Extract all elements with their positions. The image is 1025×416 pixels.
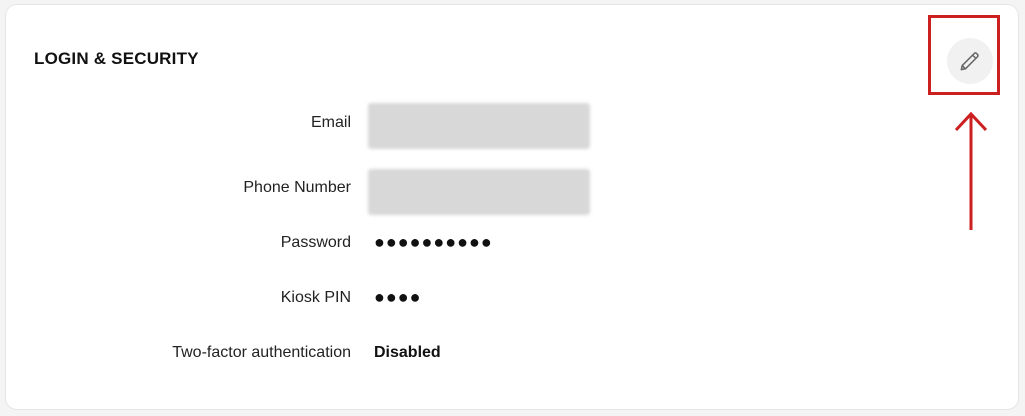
- password-label: Password: [280, 234, 351, 251]
- email-value-redacted: [368, 103, 590, 149]
- two-factor-label: Two-factor authentication: [172, 344, 351, 361]
- kiosk-pin-label: Kiosk PIN: [280, 289, 351, 306]
- password-value: ●●●●●●●●●●: [374, 232, 493, 252]
- section-title: LOGIN & SECURITY: [34, 49, 199, 68]
- edit-button[interactable]: [947, 38, 993, 84]
- email-label: Email: [310, 114, 351, 131]
- login-security-card: LOGIN & SECURITY Email Phone Number Pass…: [5, 4, 1019, 410]
- two-factor-status: Disabled: [374, 344, 441, 361]
- phone-label: Phone Number: [243, 179, 351, 196]
- kiosk-pin-value: ●●●●: [374, 287, 422, 307]
- phone-value-redacted: [368, 169, 590, 215]
- pencil-icon: [960, 52, 979, 71]
